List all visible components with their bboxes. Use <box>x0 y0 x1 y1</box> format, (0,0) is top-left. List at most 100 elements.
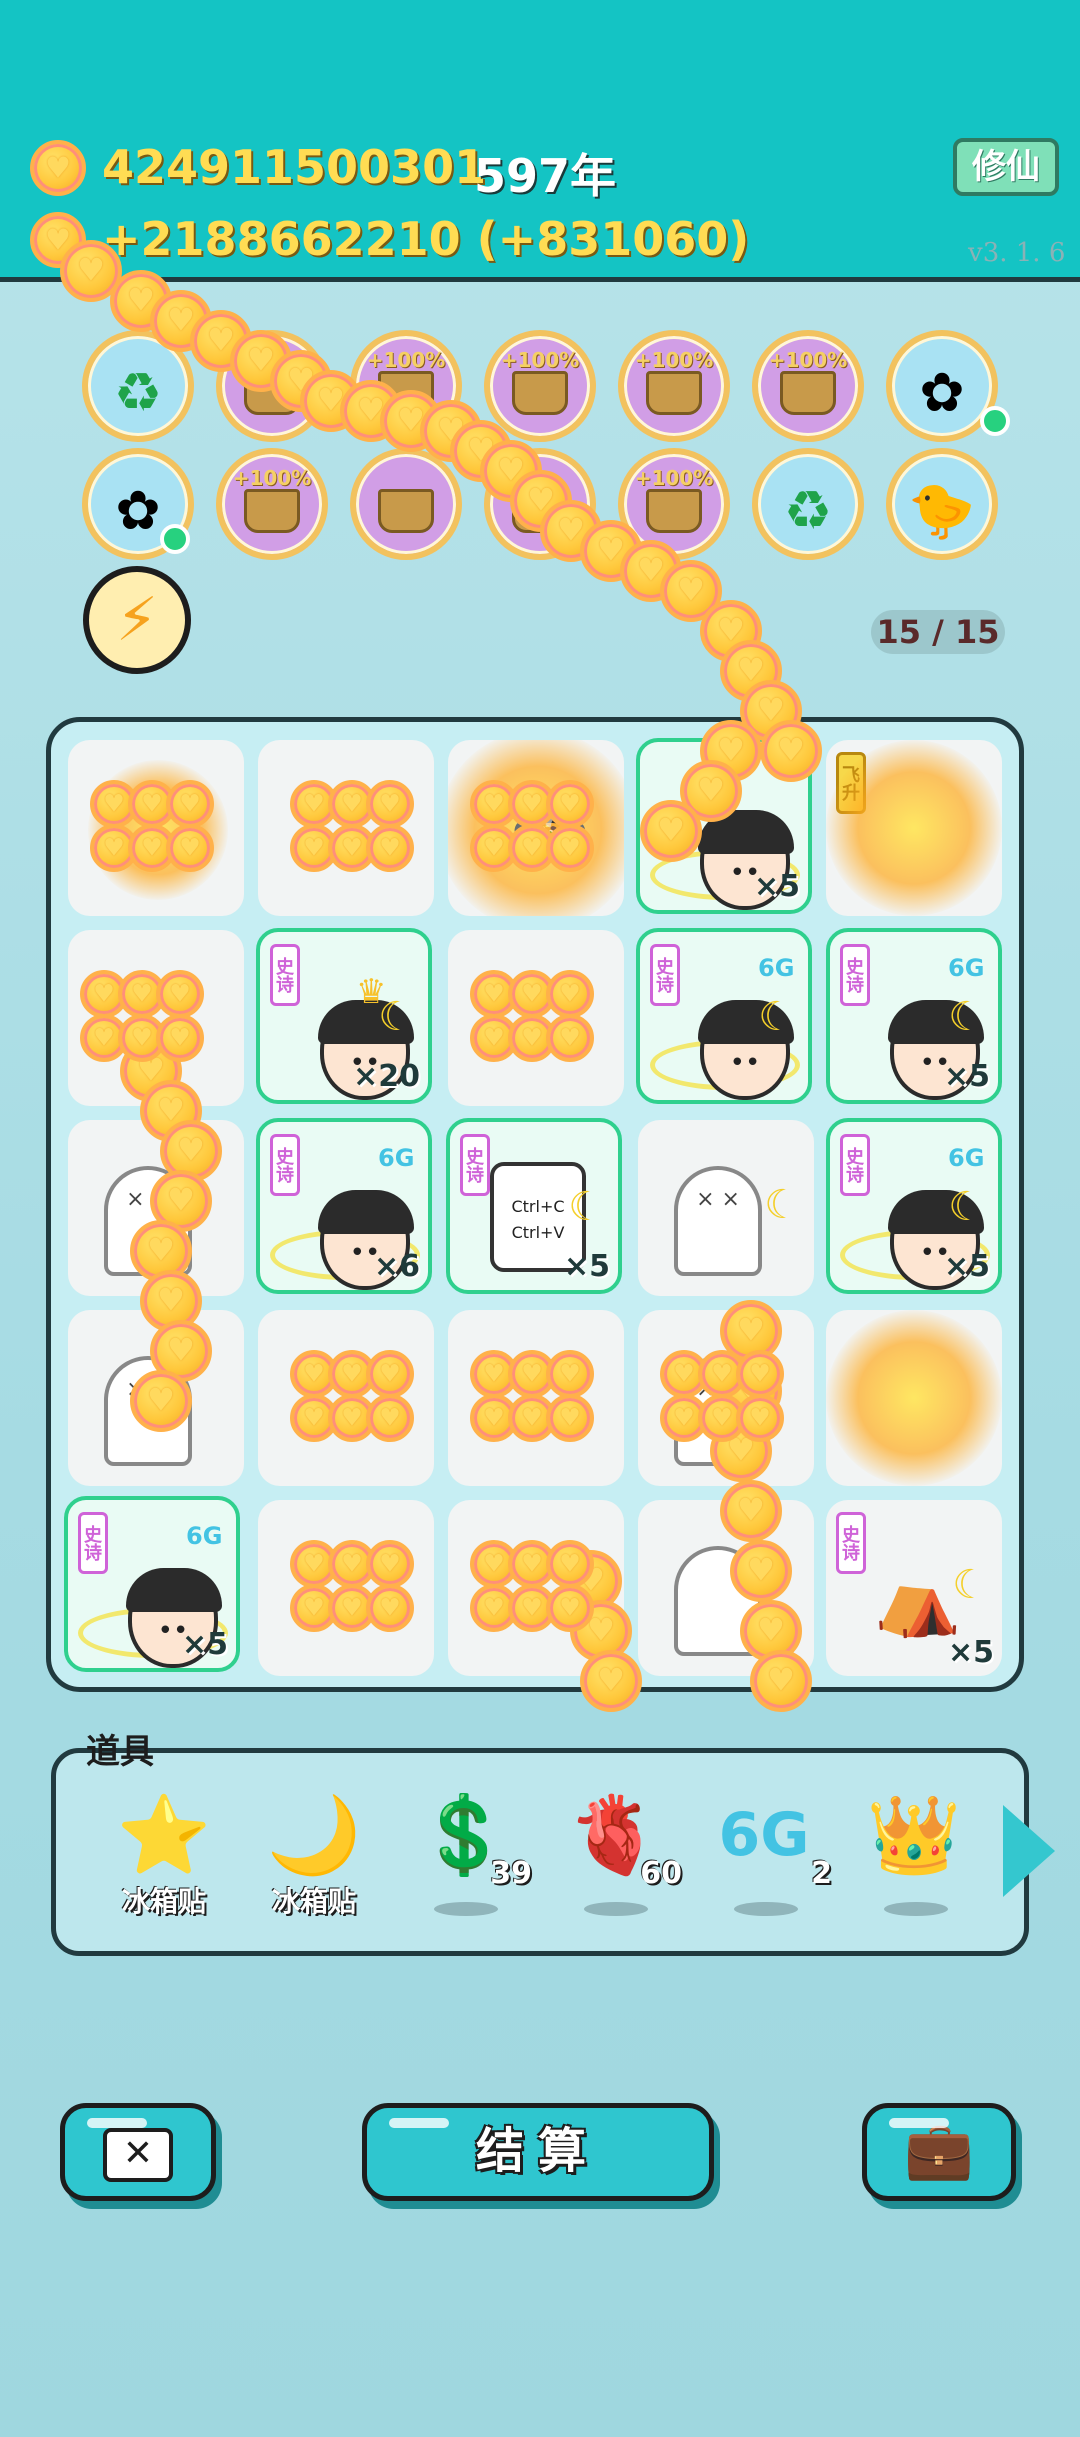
multiplier: ×5 <box>943 1249 990 1284</box>
bucket-icon <box>780 371 836 415</box>
recycle-slot[interactable]: ♻ <box>752 448 864 560</box>
board-cell-epic[interactable]: 史诗 6G ×6 <box>256 1118 432 1294</box>
bucket-slot[interactable]: +100% <box>618 448 730 560</box>
board-cell-epic[interactable]: 史诗 6G ☾ <box>636 928 812 1104</box>
settle-button[interactable]: 结算 <box>362 2103 714 2201</box>
close-button[interactable]: ✕ <box>60 2103 216 2201</box>
bucket-slot[interactable]: +100% <box>484 330 596 442</box>
multiplier: ×5 <box>181 1627 228 1662</box>
slot-bonus-label: +100% <box>634 466 714 490</box>
rice-cooker-icon: 🐤 <box>908 479 976 542</box>
sixg-prop[interactable]: 6G 2 <box>704 1790 832 1940</box>
board-cell[interactable]: 飞升 <box>826 740 1002 916</box>
bucket-slot[interactable]: +100% <box>216 330 328 442</box>
board-cell[interactable] <box>258 740 434 916</box>
prop-shadow <box>584 1902 648 1916</box>
recycle-icon: ♻ <box>783 479 833 542</box>
slot-bonus-label: +100% <box>634 348 714 372</box>
bucket-slot[interactable]: +100% <box>216 448 328 560</box>
board-cell-epic[interactable]: ×5 <box>636 738 812 914</box>
coin-burst <box>826 740 1002 916</box>
moon-prop[interactable]: 🌙 冰箱贴 <box>254 1790 374 1940</box>
bucket-slot[interactable]: +100% <box>618 330 730 442</box>
lightning-icon[interactable]: ⚡ <box>83 566 191 674</box>
bucket-slot[interactable]: 8 <box>484 448 596 560</box>
prop-count: 39 <box>490 1856 532 1891</box>
coin-icon <box>30 140 86 196</box>
close-icon: ✕ <box>103 2128 173 2182</box>
recycle-slot[interactable]: ♻ <box>82 330 194 442</box>
notification-dot <box>980 406 1010 436</box>
board-cell[interactable] <box>258 1500 434 1676</box>
year-counter: 597年 <box>474 149 617 203</box>
board-cell[interactable]: × × <box>638 1310 814 1486</box>
liver-prop[interactable]: 🫀 60 <box>554 1790 682 1940</box>
prop-shadow <box>434 1902 498 1916</box>
bucket-icon <box>378 371 434 415</box>
moon-icon: ☾ <box>378 994 414 1040</box>
board-cell[interactable]: 🍲 <box>448 740 624 916</box>
prop-shadow <box>884 1902 948 1916</box>
multiplier: ×6 <box>373 1249 420 1284</box>
moon-icon: ☾ <box>952 1562 988 1608</box>
board-cell[interactable] <box>448 1500 624 1676</box>
prop-shadow <box>734 1902 798 1916</box>
multiplier: ×5 <box>563 1249 610 1284</box>
moon-icon: ☾ <box>948 994 984 1040</box>
pot-icon: 🍲 <box>510 795 590 869</box>
epic-tag: 史诗 <box>836 1512 866 1574</box>
epic-tag: 史诗 <box>840 944 870 1006</box>
ghost-icon: × × <box>104 1166 192 1276</box>
bucket-slot[interactable] <box>350 448 462 560</box>
board-cell[interactable]: × × ☾ <box>638 1120 814 1296</box>
coin-burst <box>826 1310 1002 1486</box>
epic-tag: 史诗 <box>78 1512 108 1574</box>
recycle-icon: ♻ <box>113 361 163 424</box>
version-label: v3. 1. 6 <box>968 238 1066 268</box>
ghost-icon: × × <box>674 1356 762 1466</box>
chevron-right-icon[interactable] <box>1003 1805 1055 1897</box>
rice-cooker-slot[interactable]: 🐤 <box>886 448 998 560</box>
board-cell[interactable]: × × <box>68 1120 244 1296</box>
dollar-coin-prop[interactable]: 💲 39 <box>404 1790 532 1940</box>
multiplier: ×20 <box>353 1059 420 1094</box>
board-cell[interactable] <box>448 1310 624 1486</box>
board-cell-epic[interactable]: 史诗 6G ☾ ×5 <box>826 928 1002 1104</box>
bucket-slot[interactable]: +100% <box>752 330 864 442</box>
board-cell[interactable]: × × <box>68 1310 244 1486</box>
ghost-icon <box>674 1546 762 1656</box>
flying-coin-icon <box>720 640 782 702</box>
board-cell[interactable]: 史诗 ⛺ ☾ ×5 <box>826 1500 1002 1676</box>
button-highlight <box>389 2118 449 2128</box>
ghost-icon: × × <box>674 1166 762 1276</box>
slot-bonus-label: +100% <box>500 348 580 372</box>
board-cell[interactable] <box>68 930 244 1106</box>
sixg-label: 6G <box>758 954 795 982</box>
board-cell-epic[interactable]: 史诗 6G ×5 <box>64 1496 240 1672</box>
board-cell-epic[interactable]: 史诗 ♛ ☾ ×20 <box>256 928 432 1104</box>
board-cell[interactable] <box>258 1310 434 1486</box>
star-icon: ⭐ <box>116 1790 212 1879</box>
board-cell-epic[interactable]: 史诗 6G ☾ ×5 <box>826 1118 1002 1294</box>
bag-button[interactable]: 💼 <box>862 2103 1016 2201</box>
crown-prop[interactable]: 👑 <box>854 1790 974 1940</box>
sixg-icon: 6G <box>718 1800 810 1870</box>
prop-count: 2 <box>811 1856 832 1891</box>
board-cell[interactable] <box>448 930 624 1106</box>
epic-tag: 史诗 <box>650 944 680 1006</box>
rabbit-tent-icon: ⛺ <box>874 1558 962 1640</box>
board-cell[interactable] <box>826 1310 1002 1486</box>
ghost-icon: × × <box>104 1356 192 1466</box>
prop-label: 冰箱贴 <box>271 1885 356 1918</box>
bucket-slot[interactable]: +100% <box>350 330 462 442</box>
button-highlight <box>87 2118 147 2128</box>
moon-icon: ☾ <box>764 1182 800 1228</box>
board-cell[interactable] <box>638 1500 814 1676</box>
board-cell[interactable] <box>68 740 244 916</box>
board-cell-epic[interactable]: 史诗 Ctrl+C Ctrl+V ☾ ×5 <box>446 1118 622 1294</box>
cultivate-button[interactable]: 修仙 <box>953 138 1059 196</box>
slot-bonus-label: +100% <box>768 348 848 372</box>
star-prop[interactable]: ⭐ 冰箱贴 <box>104 1790 224 1940</box>
moon-icon: ☾ <box>948 1184 984 1230</box>
bucket-icon <box>244 489 300 533</box>
